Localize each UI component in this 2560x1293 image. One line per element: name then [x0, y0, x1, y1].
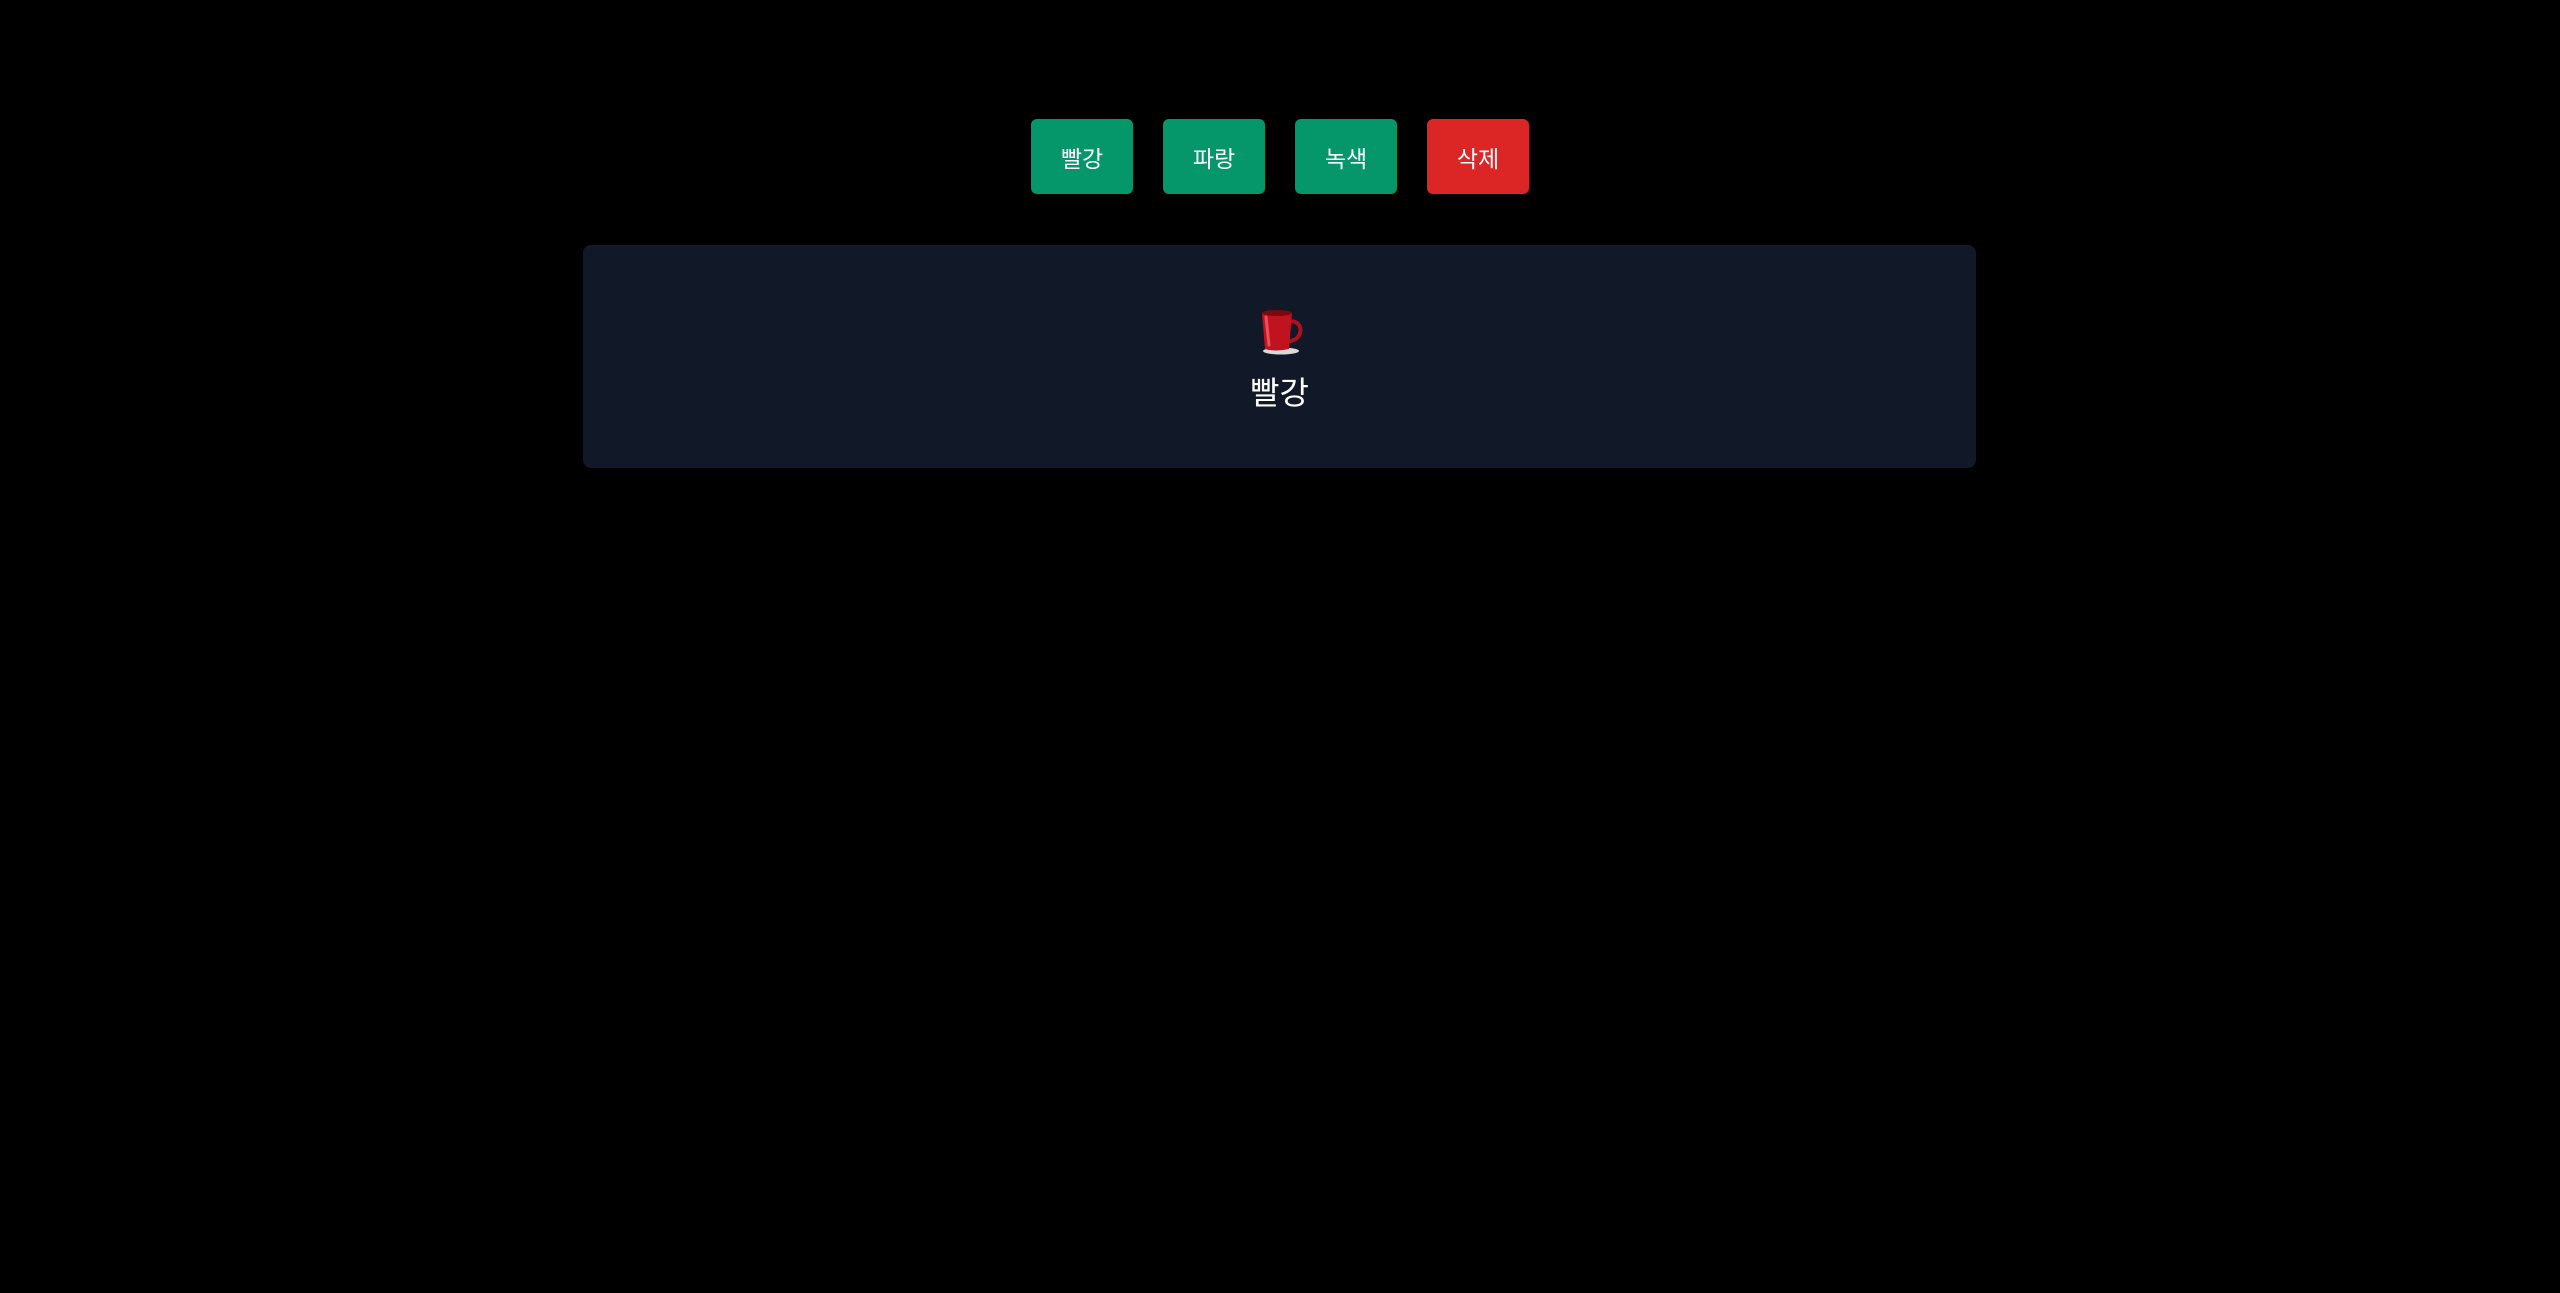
- color-toolbar: 빨강 파랑 녹색 삭제: [0, 119, 2560, 194]
- selected-color-label: 빨강: [1250, 374, 1309, 412]
- red-button[interactable]: 빨강: [1031, 119, 1133, 194]
- blue-button[interactable]: 파랑: [1163, 119, 1265, 194]
- delete-button[interactable]: 삭제: [1427, 119, 1529, 194]
- green-button[interactable]: 녹색: [1295, 119, 1397, 194]
- cup-icon: [1261, 310, 1302, 355]
- preview-card: 빨강: [583, 245, 1976, 468]
- page: 빨강 파랑 녹색 삭제 빨강: [0, 0, 2560, 1293]
